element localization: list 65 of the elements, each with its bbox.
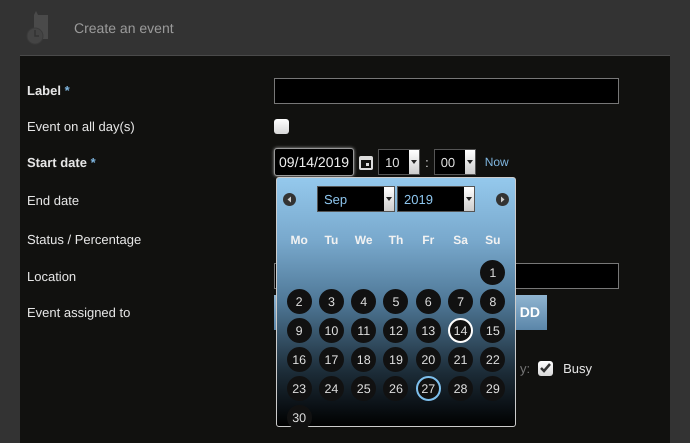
calendar-day[interactable]: 5 (383, 289, 408, 314)
calendar-day[interactable]: 1 (480, 260, 506, 285)
weekday-header: Su (485, 232, 501, 249)
start-date-label: Start date * (27, 154, 97, 170)
all-day-label: Event on all day(s) (27, 118, 136, 134)
label-field-label: Label * (27, 83, 71, 98)
calendar-day[interactable]: 18 (351, 347, 376, 372)
start-date-field[interactable]: 09/14/2019 (274, 148, 354, 176)
calendar-day[interactable]: 15 (480, 318, 506, 343)
calendar-day[interactable]: 3 (318, 289, 344, 314)
month-select[interactable]: Sep (317, 186, 395, 212)
year-select[interactable]: 2019 (397, 186, 475, 212)
now-link[interactable]: Now (484, 155, 509, 169)
dropdown-caret-icon[interactable] (386, 197, 392, 201)
weekday-header: Sa (453, 232, 468, 249)
calendar-day[interactable]: 11 (351, 318, 376, 343)
weekday-header: Th (388, 232, 404, 249)
calendar-day[interactable]: 24 (318, 376, 344, 401)
busy-checkbox[interactable] (538, 360, 554, 376)
calendar-day[interactable]: 22 (480, 347, 506, 372)
calendar-day[interactable]: 13 (416, 318, 441, 343)
calendar-day[interactable]: 16 (286, 347, 312, 372)
calendar-day[interactable]: 8 (480, 289, 506, 314)
hour-select[interactable]: 10 (378, 149, 420, 175)
dropdown-caret-icon[interactable] (466, 160, 473, 164)
checkmark-icon (540, 363, 552, 373)
weekday-header: Mo (290, 232, 308, 249)
calendar-day[interactable]: 29 (480, 376, 506, 401)
end-date-label: End date (27, 192, 80, 208)
page-title: Create an event (74, 20, 174, 36)
calendar-day[interactable]: 23 (286, 376, 312, 401)
dropdown-caret-icon[interactable] (466, 197, 472, 201)
calendar-day[interactable]: 7 (448, 289, 474, 314)
calendar-day[interactable]: 27 (416, 376, 441, 401)
status-label: Status / Percentage (27, 232, 142, 246)
location-label: Location (27, 268, 78, 284)
dropdown-caret-icon[interactable] (411, 160, 418, 164)
calendar-day[interactable]: 17 (318, 347, 344, 372)
calendar-day[interactable]: 21 (448, 347, 474, 372)
calendar-day[interactable]: 10 (318, 318, 344, 343)
calendar-icon[interactable] (359, 154, 374, 170)
all-day-checkbox[interactable] (274, 118, 289, 134)
calendar-day[interactable]: 12 (383, 318, 408, 343)
busy-label: Busy (563, 360, 592, 376)
next-month-icon[interactable] (496, 192, 509, 206)
calendar-day[interactable]: 9 (286, 318, 312, 343)
availability-label: y: (520, 360, 530, 376)
calendar-day[interactable]: 28 (448, 376, 474, 401)
calendar-day[interactable]: 26 (383, 376, 408, 401)
minute-select[interactable]: 00 (434, 149, 476, 175)
calendar-day[interactable]: 30 (286, 405, 312, 430)
calendar-day[interactable]: 14 (448, 318, 474, 343)
assigned-label: Event assigned to (27, 304, 132, 320)
weekday-header: We (354, 232, 373, 249)
weekday-header: Fr (422, 232, 434, 249)
weekday-header: Tu (324, 232, 338, 249)
label-input[interactable] (274, 78, 619, 104)
calendar-day[interactable]: 19 (383, 347, 408, 372)
calendar-day[interactable]: 25 (351, 376, 376, 401)
calendar-day[interactable]: 2 (286, 289, 312, 314)
calendar-day[interactable]: 20 (416, 347, 441, 372)
calendar-day[interactable]: 6 (416, 289, 441, 314)
calendar-day[interactable]: 4 (351, 289, 376, 314)
previous-month-icon[interactable] (283, 192, 296, 206)
time-separator: : (425, 154, 429, 170)
